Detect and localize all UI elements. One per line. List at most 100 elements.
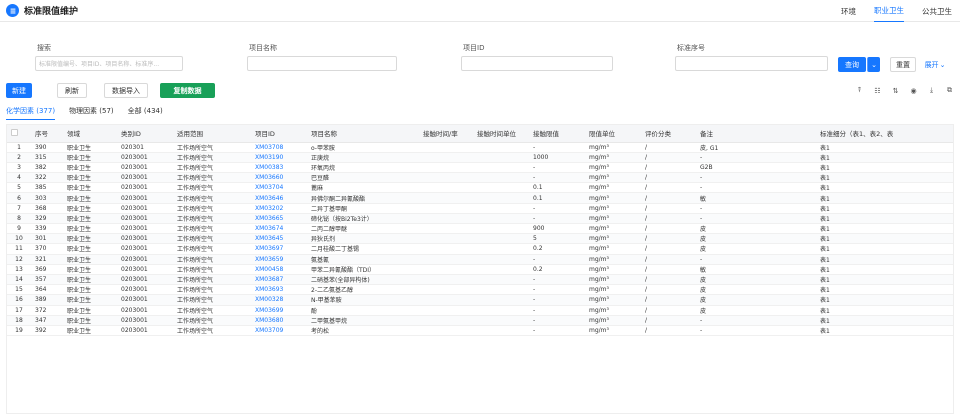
table-cell[interactable]: XM03665 — [251, 213, 307, 225]
table-cell[interactable]: XM03645 — [251, 233, 307, 245]
table-cell[interactable]: XM00383 — [251, 162, 307, 174]
expand-link[interactable]: 展开 ⌄ — [920, 57, 950, 72]
table-cell: 表1 — [816, 172, 953, 184]
table-cell[interactable]: XM00458 — [251, 264, 307, 275]
table-cell[interactable]: XM03660 — [251, 172, 307, 184]
tab-occupational-health[interactable]: 职业卫生 — [874, 0, 904, 22]
table-row[interactable]: 8 329 职业卫生 0203001 工作场所空气 XM03665 碲化铋（按Bi2Te3计… — [7, 213, 953, 225]
table-cell[interactable]: XM03646 — [251, 192, 307, 204]
table-cell: 皮, G1 — [696, 142, 816, 153]
table-cell: 甲苯二异氰酸酯（TDI） — [307, 264, 419, 275]
eye-icon[interactable]: ◉ — [909, 86, 918, 95]
select-all-header[interactable] — [7, 125, 31, 143]
table-cell — [419, 325, 473, 337]
table-cell: 315 — [31, 152, 63, 163]
table-row[interactable]: 2 315 职业卫生 0203001 工作场所空气 XM03190 正庚烷 1000 mg/m³… — [7, 152, 953, 163]
table-row[interactable]: 6 303 职业卫生 0203001 工作场所空气 XM03646 异佛尔酮二异氰酸酯 0.1… — [7, 192, 953, 204]
table-row[interactable]: 19 392 职业卫生 0203001 工作场所空气 XM03709 考的松 - mg/m³ / -… — [7, 325, 953, 337]
table-cell[interactable]: XM00328 — [251, 294, 307, 306]
table-row[interactable]: 16 389 职业卫生 0203001 工作场所空气 XM00328 N-甲基苯胺 - mg/m… — [7, 294, 953, 306]
data-table-container[interactable]: 序号 领域 类别ID 适用范围 项目ID 项目名称 接触时间/率 接触时间单位 接触限值 限值单位… — [6, 124, 954, 414]
table-cell: 职业卫生 — [63, 254, 117, 265]
table-cell: 0203001 — [117, 203, 173, 214]
table-cell — [473, 213, 529, 225]
table-cell: 表1 — [816, 274, 953, 286]
tab-public-health[interactable]: 公共卫生 — [922, 0, 952, 22]
table-row[interactable]: 15 364 职业卫生 0203001 工作场所空气 XM03693 2-二乙氨基乙醇 - mg… — [7, 284, 953, 296]
table-cell[interactable]: XM03699 — [251, 305, 307, 316]
table-cell: mg/m³ — [585, 284, 641, 296]
tab-all[interactable]: 全部 (434) — [128, 106, 163, 120]
table-row[interactable]: 3 382 职业卫生 0203001 工作场所空气 XM00383 环氧丙烷 - mg/m³ / G… — [7, 162, 953, 174]
table-cell: 392 — [31, 325, 63, 337]
column-header[interactable]: 序号 — [31, 125, 63, 143]
table-cell[interactable]: XM03190 — [251, 152, 307, 163]
table-cell: 工作场所空气 — [173, 305, 251, 316]
copy-data-button[interactable]: 复制数据 — [160, 83, 215, 98]
table-cell[interactable]: XM03693 — [251, 284, 307, 296]
table-cell[interactable]: XM03687 — [251, 274, 307, 286]
sort-icon[interactable]: ⇅ — [891, 86, 900, 95]
table-cell: 12 — [7, 254, 31, 265]
column-header[interactable]: 接触时间单位 — [473, 125, 529, 143]
table-row[interactable]: 10 301 职业卫生 0203001 工作场所空气 XM03645 异狄氏剂 5 mg/m³ /… — [7, 233, 953, 245]
std-no-input[interactable] — [675, 56, 828, 71]
column-header[interactable]: 接触时间/率 — [419, 125, 473, 143]
table-row[interactable]: 1 390 职业卫生 020301 工作场所空气 XM03708 o-甲苯胺 - mg/m³ / 皮… — [7, 142, 953, 153]
refresh-button[interactable]: 刷新 — [57, 83, 87, 98]
column-header[interactable]: 接触限值 — [529, 125, 585, 143]
table-row[interactable]: 13 369 职业卫生 0203001 工作场所空气 XM00458 甲苯二异氰酸酯（TDI… — [7, 264, 953, 275]
table-cell — [419, 243, 473, 255]
table-cell: mg/m³ — [585, 192, 641, 204]
column-header[interactable]: 限值单位 — [585, 125, 641, 143]
download-icon[interactable]: ⤓ — [927, 86, 936, 95]
query-button[interactable]: 查询 — [838, 57, 866, 72]
search-input[interactable]: 标准限值编号、项目ID、项目名称、标准序... — [35, 56, 183, 71]
table-row[interactable]: 9 339 职业卫生 0203001 工作场所空气 XM03674 二丙二醇甲醚 900 mg/… — [7, 223, 953, 235]
item-id-input[interactable] — [461, 56, 613, 71]
table-cell[interactable]: XM03704 — [251, 182, 307, 194]
table-cell[interactable]: XM03697 — [251, 243, 307, 255]
new-button[interactable]: 新建 — [6, 83, 32, 98]
tab-environment[interactable]: 环境 — [841, 0, 856, 22]
table-row[interactable]: 14 357 职业卫生 0203001 工作场所空气 XM03687 二硝基苯(全部异构体)… — [7, 274, 953, 286]
table-cell[interactable]: XM03202 — [251, 203, 307, 214]
table-cell: o-甲苯胺 — [307, 142, 419, 153]
column-header[interactable]: 备注 — [696, 125, 816, 143]
column-header[interactable]: 标准细分（表1、表2、表 — [816, 125, 953, 143]
tab-physical[interactable]: 物理因素 (57) — [69, 106, 114, 120]
table-cell[interactable]: XM03709 — [251, 325, 307, 337]
column-header[interactable]: 项目ID — [251, 125, 307, 143]
table-row[interactable]: 12 321 职业卫生 0203001 工作场所空气 XM03659 氨基氰 - mg/m³ / -… — [7, 254, 953, 265]
query-dropdown-button[interactable]: ⌄ — [867, 57, 880, 72]
table-row[interactable]: 17 372 职业卫生 0203001 工作场所空气 XM03699 酚 - mg/m³ / 皮表1 — [7, 305, 953, 316]
table-cell[interactable]: XM03674 — [251, 223, 307, 235]
column-header[interactable]: 适用范围 — [173, 125, 251, 143]
select-all-checkbox[interactable] — [11, 128, 18, 136]
column-header[interactable]: 类别ID — [117, 125, 173, 143]
table-cell — [473, 305, 529, 316]
column-settings-icon[interactable]: ☷ — [873, 86, 882, 95]
table-cell[interactable]: XM03659 — [251, 254, 307, 265]
copy-icon[interactable]: ⧉ — [945, 86, 954, 95]
column-filter-icon[interactable]: ⍒ — [855, 86, 864, 95]
table-row[interactable]: 5 385 职业卫生 0203001 工作场所空气 XM03704 蓖麻 0.1 mg/m³ / -… — [7, 182, 953, 194]
table-row[interactable]: 7 368 职业卫生 0203001 工作场所空气 XM03202 二异丁基甲酮 - mg/m³… — [7, 203, 953, 214]
import-button[interactable]: 数据导入 — [104, 83, 148, 98]
table-cell: 工作场所空气 — [173, 315, 251, 326]
table-row[interactable]: 18 347 职业卫生 0203001 工作场所空气 XM03680 二甲氨基甲烷 - mg/m… — [7, 315, 953, 326]
table-row[interactable]: 4 322 职业卫生 0203001 工作场所空气 XM03660 巴豆醛 - mg/m³ / - 表… — [7, 172, 953, 184]
table-row[interactable]: 11 370 职业卫生 0203001 工作场所空气 XM03697 二月桂酸二丁基锡 0.2… — [7, 243, 953, 255]
table-cell[interactable]: XM03708 — [251, 142, 307, 153]
table-cell[interactable]: XM03680 — [251, 315, 307, 326]
table-cell: 皮 — [696, 294, 816, 306]
table-cell — [473, 243, 529, 255]
tab-chemical[interactable]: 化学因素 (377) — [6, 106, 56, 120]
table-cell — [473, 233, 529, 245]
column-header[interactable]: 评价分类 — [641, 125, 696, 143]
item-name-input[interactable] — [247, 56, 397, 71]
column-header[interactable]: 项目名称 — [307, 125, 419, 143]
table-cell: / — [641, 213, 696, 225]
column-header[interactable]: 领域 — [63, 125, 117, 143]
reset-button[interactable]: 重置 — [890, 57, 916, 72]
